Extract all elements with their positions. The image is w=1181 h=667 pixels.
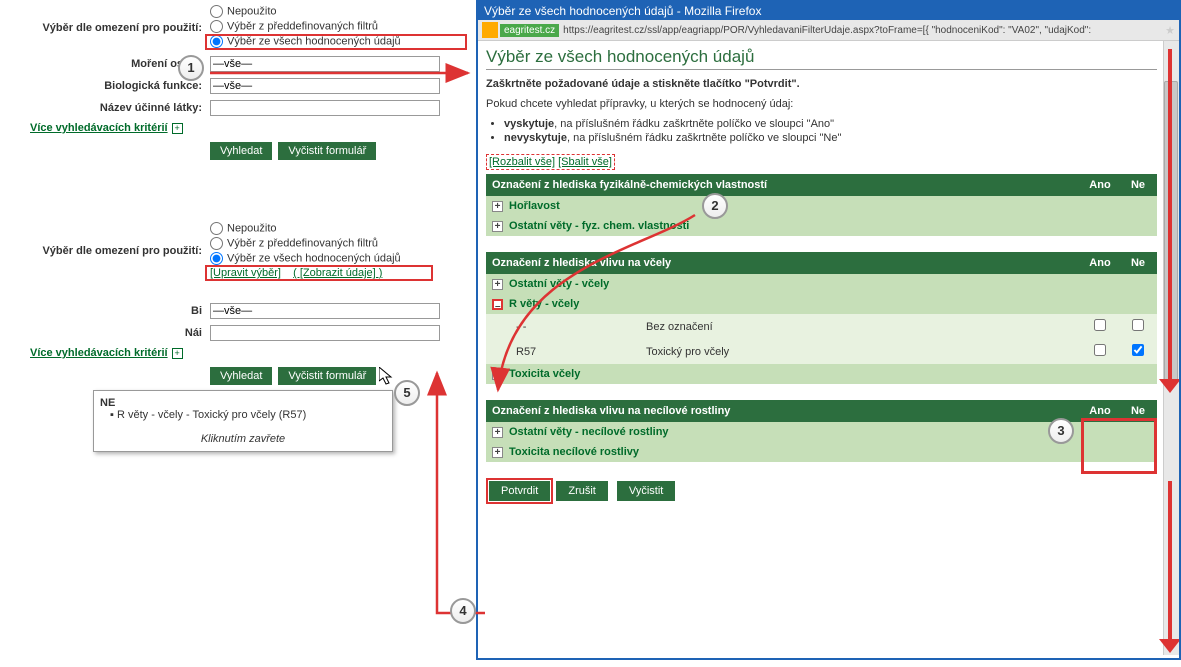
- li-yes-b: vyskytuje: [504, 118, 554, 130]
- more-criteria-link-2[interactable]: Více vyhledávacích kritérií: [30, 347, 168, 359]
- favicon-icon: [482, 22, 498, 38]
- confirm-button[interactable]: Potvrdit: [489, 481, 550, 501]
- badge-1: 1: [178, 55, 204, 81]
- radio-none-1-label: Nepoužito: [227, 6, 277, 18]
- url-text[interactable]: https://eagritest.cz/ssl/app/eagriapp/PO…: [563, 25, 1161, 36]
- mouse-cursor-icon: [379, 367, 395, 387]
- filter-form-bottom: Výběr dle omezení pro použití: Nepoužito…: [0, 217, 473, 390]
- badge-4: 4: [450, 598, 476, 624]
- radio-pre-1[interactable]: [210, 20, 223, 33]
- chk-bezozn-ano[interactable]: [1094, 319, 1106, 331]
- more-criteria-link-1[interactable]: Více vyhledávacích kritérií: [30, 122, 168, 134]
- arrow-4: [405, 365, 495, 625]
- t1-ano: Ano: [1081, 174, 1119, 196]
- lbl-bio: Biologická funkce:: [10, 80, 210, 92]
- field-lat[interactable]: [210, 100, 440, 116]
- plus-icon-2[interactable]: +: [172, 348, 183, 359]
- page-title: Výběr ze všech hodnocených údajů: [486, 47, 1157, 70]
- expand-all-link[interactable]: [Rozbalit vše]: [489, 156, 555, 168]
- scroll-red-arrow-2: [1159, 481, 1179, 653]
- tooltip-title: NE: [100, 397, 386, 409]
- t1-head: Označení z hlediska fyzikálně-chemických…: [486, 174, 1081, 196]
- search-button-1[interactable]: Vyhledat: [210, 142, 272, 160]
- bookmark-star-icon[interactable]: ★: [1165, 24, 1175, 37]
- collapse-all-link[interactable]: [Sbalit vše]: [558, 156, 612, 168]
- radio-pre-2-label: Výběr z předdefinovaných filtrů: [227, 238, 378, 250]
- arrow-1: [210, 63, 480, 83]
- chk-r57-ano[interactable]: [1094, 344, 1106, 356]
- clear-button-1[interactable]: Vyčistit formulář: [278, 142, 376, 160]
- radio-group-1: Nepoužito Výběr z předdefinovaných filtr…: [210, 5, 463, 50]
- sect-ostatni-nec: Ostatní věty - necílové rostliny: [509, 426, 669, 438]
- clear-button-2[interactable]: Vyčistit formulář: [278, 367, 376, 385]
- badge-5: 5: [394, 380, 420, 406]
- badge-2: 2: [702, 193, 728, 219]
- scroll-red-arrow-1: [1159, 49, 1179, 393]
- li-no-b: nevyskytuje: [504, 132, 567, 144]
- checkbox-highlight: [1081, 418, 1157, 474]
- field-bio-2[interactable]: [210, 303, 440, 319]
- t2-ano: Ano: [1081, 252, 1119, 274]
- radio-none-2[interactable]: [210, 222, 223, 235]
- t1-ne: Ne: [1119, 174, 1157, 196]
- lbl-filter-2: Výběr dle omezení pro použití:: [10, 245, 210, 257]
- window-titlebar: Výběr ze všech hodnocených údajů - Mozil…: [478, 2, 1179, 20]
- field-lat-2[interactable]: [210, 325, 440, 341]
- radio-all-2-label: Výběr ze všech hodnocených údajů: [227, 253, 401, 265]
- address-bar: eagritest.cz https://eagritest.cz/ssl/ap…: [478, 20, 1179, 41]
- tooltip-item: ▪ R věty - včely - Toxický pro včely (R5…: [110, 409, 386, 421]
- arrow-2: [480, 210, 740, 410]
- radio-pre-1-label: Výběr z předdefinovaných filtrů: [227, 21, 378, 33]
- badge-3: 3: [1048, 418, 1074, 444]
- search-button-2[interactable]: Vyhledat: [210, 367, 272, 385]
- chk-bezozn-ne[interactable]: [1132, 319, 1144, 331]
- lbl-filter: Výběr dle omezení pro použití:: [10, 22, 210, 34]
- clear-button[interactable]: Vyčistit: [617, 481, 675, 501]
- lead-text: Pokud chcete vyhledat přípravky, u který…: [486, 98, 1157, 110]
- radio-none-2-label: Nepoužito: [227, 223, 277, 235]
- t2-ne: Ne: [1119, 252, 1157, 274]
- chk-r57-ne[interactable]: [1132, 344, 1144, 356]
- tooltip-close: Kliknutím zavřete: [100, 433, 386, 445]
- instr-bullets: vyskytuje, na příslušném řádku zaškrtnět…: [504, 118, 1157, 144]
- tooltip-popup[interactable]: NE ▪ R věty - včely - Toxický pro včely …: [93, 390, 393, 452]
- radio-group-2: Nepoužito Výběr z předdefinovaných filtr…: [210, 222, 463, 279]
- toggle-links: [Rozbalit vše] [Sbalit vše]: [486, 154, 1157, 170]
- instr-text: Zaškrtněte požadované údaje a stiskněte …: [486, 78, 1157, 90]
- li-no-rest: , na příslušném řádku zaškrtněte políčko…: [567, 132, 841, 144]
- radio-pre-2[interactable]: [210, 237, 223, 250]
- radio-all-2[interactable]: [210, 252, 223, 265]
- site-identity-chip[interactable]: eagritest.cz: [500, 24, 559, 37]
- plus-icon-1[interactable]: +: [172, 123, 183, 134]
- lbl-lat: Název účinné látky:: [10, 102, 210, 114]
- radio-none-1[interactable]: [210, 5, 223, 18]
- li-yes-rest: , na příslušném řádku zaškrtněte políčko…: [554, 118, 834, 130]
- cancel-button[interactable]: Zrušit: [556, 481, 608, 501]
- confirm-button-row: Potvrdit Zrušit Vyčistit: [486, 478, 1157, 504]
- sect-toxicita-nec: Toxicita necílové rostlivy: [509, 446, 639, 458]
